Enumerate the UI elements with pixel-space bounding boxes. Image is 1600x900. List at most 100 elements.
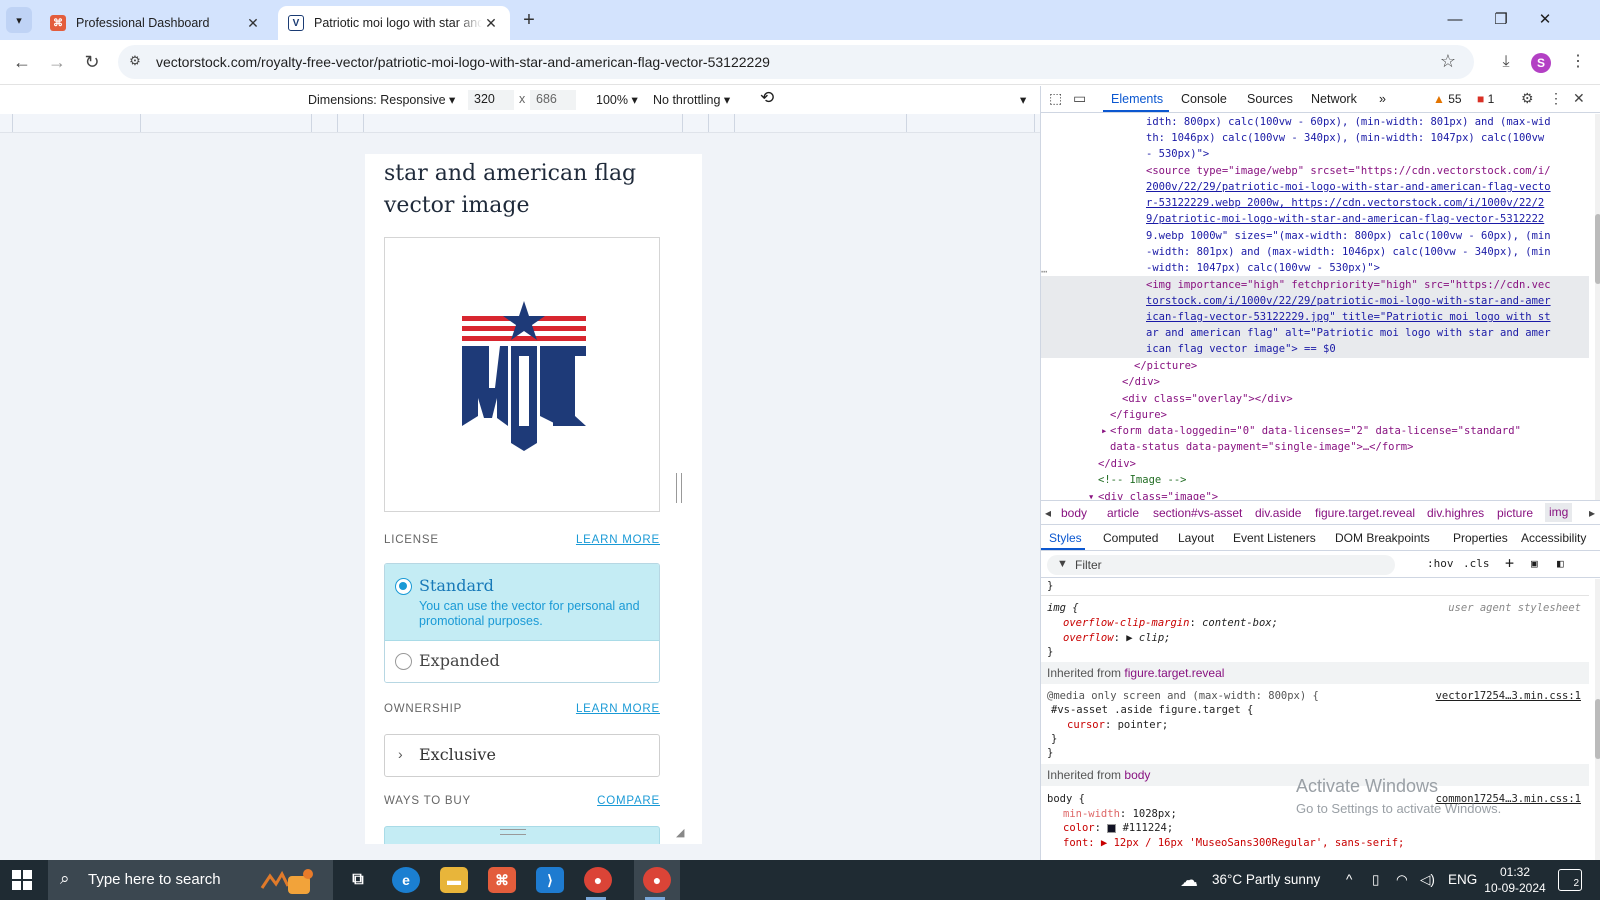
language-indicator[interactable]: ENG <box>1448 860 1477 900</box>
tab-elements[interactable]: Elements <box>1111 92 1163 106</box>
source-link[interactable]: vector17254…3.min.css:1 <box>1436 689 1581 704</box>
breadcrumb-item[interactable]: picture <box>1497 506 1533 520</box>
device-options-icon[interactable]: ▾ <box>1020 92 1026 107</box>
system-clock[interactable]: 01:32 10-09-2024 <box>1480 864 1550 896</box>
edge-icon[interactable]: e <box>392 867 420 893</box>
breadcrumb-item[interactable]: article <box>1107 506 1139 520</box>
close-tab-icon[interactable]: ✕ <box>244 15 262 32</box>
chrome-icon[interactable]: ● <box>584 867 612 893</box>
chrome-profile-icon[interactable]: ● <box>643 867 671 893</box>
expanded-radio[interactable] <box>395 653 412 670</box>
tab-console[interactable]: Console <box>1181 92 1227 106</box>
vscode-icon[interactable]: ⟩ <box>536 867 564 893</box>
url-text[interactable]: vectorstock.com/royalty-free-vector/patr… <box>156 54 770 70</box>
site-info-icon[interactable]: ⚙ <box>126 53 144 71</box>
rotate-icon[interactable]: ⟲ <box>760 88 774 108</box>
paint-bucket-icon[interactable]: ▣ <box>1531 557 1538 570</box>
breadcrumb-item[interactable]: div.highres <box>1427 506 1484 520</box>
maximize-button[interactable]: ❐ <box>1478 0 1524 40</box>
new-tab-button[interactable]: + <box>516 8 542 34</box>
compare-link[interactable]: COMPARE <box>597 795 660 807</box>
breadcrumb-item[interactable]: figure.target.reveal <box>1315 506 1415 520</box>
tab-sources[interactable]: Sources <box>1247 92 1293 106</box>
breadcrumb-scroll-left-icon[interactable]: ◂ <box>1045 506 1051 520</box>
breadcrumb-item[interactable]: div.aside <box>1255 506 1301 520</box>
zoom-dropdown[interactable]: 100% ▾ <box>596 92 638 107</box>
license-learn-more-link[interactable]: LEARN MORE <box>576 534 660 546</box>
elements-scrollbar[interactable] <box>1595 114 1600 506</box>
expand-triangle-icon[interactable]: ▸ <box>1101 423 1107 439</box>
tab-professional-dashboard[interactable]: ⌘ Professional Dashboard ✕ <box>40 6 272 40</box>
reload-button[interactable]: ↻ <box>78 48 106 76</box>
resize-handle-right[interactable] <box>676 473 682 503</box>
ownership-learn-more-link[interactable]: LEARN MORE <box>576 703 660 715</box>
download-icon[interactable]: ⤓ <box>1492 48 1520 76</box>
task-view-icon[interactable]: ⧉ <box>344 867 372 893</box>
devtools-menu-icon[interactable]: ⋮ <box>1549 90 1563 107</box>
warnings-badge[interactable]: ▲ 55 <box>1433 92 1462 106</box>
speaker-icon[interactable]: ◁) <box>1420 860 1435 900</box>
file-explorer-icon[interactable]: ▬ <box>440 867 468 893</box>
ownership-option-exclusive[interactable]: › Exclusive <box>384 734 660 777</box>
tab-vectorstock[interactable]: V Patriotic moi logo with star and ameri… <box>278 6 510 40</box>
errors-badge[interactable]: ■ 1 <box>1477 92 1494 106</box>
device-toggle-icon[interactable]: ▭ <box>1073 90 1086 107</box>
media-query-ruler[interactable] <box>0 114 1040 133</box>
chevron-up-icon[interactable]: ^ <box>1346 860 1352 900</box>
breadcrumb-scroll-right-icon[interactable]: ▸ <box>1589 506 1595 520</box>
wifi-icon[interactable]: ◠ <box>1396 860 1408 900</box>
settings-gear-icon[interactable]: ⚙ <box>1521 90 1534 107</box>
forward-button[interactable]: → <box>43 48 71 76</box>
minimize-button[interactable]: — <box>1432 0 1478 40</box>
height-input[interactable]: 686 <box>530 90 576 110</box>
subtab-styles[interactable]: Styles <box>1049 531 1082 545</box>
tab-search-button[interactable]: ▾ <box>6 7 32 33</box>
device-toolbar: Dimensions: Responsive ▾ 320 x 686 100% … <box>0 86 1040 114</box>
weather-text[interactable]: 36°C Partly sunny <box>1212 860 1320 900</box>
new-rule-plus-icon[interactable]: + <box>1505 554 1514 572</box>
elements-tree[interactable]: idth: 800px) calc(100vw - 60px), (min-wi… <box>1041 114 1589 506</box>
resize-handle-corner[interactable]: ◢ <box>676 826 688 839</box>
tab-network[interactable]: Network <box>1311 92 1357 106</box>
license-option-expanded[interactable]: Expanded <box>385 641 659 682</box>
class-toggle[interactable]: .cls <box>1463 557 1490 570</box>
breadcrumb-item[interactable]: body <box>1061 506 1087 520</box>
browser-menu-icon[interactable]: ⋮ <box>1564 48 1592 76</box>
close-tab-icon[interactable]: ✕ <box>482 15 500 32</box>
hover-state-toggle[interactable]: :hov <box>1427 557 1454 570</box>
license-option-standard[interactable]: Standard You can use the vector for pers… <box>385 564 659 641</box>
inspect-element-icon[interactable]: ⬚ <box>1049 90 1062 107</box>
dimensions-dropdown[interactable]: Dimensions: Responsive ▾ <box>308 92 455 107</box>
width-input[interactable]: 320 <box>468 90 514 110</box>
throttling-dropdown[interactable]: No throttling ▾ <box>653 92 730 107</box>
resize-handle-bottom[interactable] <box>500 829 526 835</box>
subtab-computed[interactable]: Computed <box>1103 531 1158 545</box>
more-tabs-button[interactable]: » <box>1379 92 1386 106</box>
subtab-properties[interactable]: Properties <box>1453 531 1508 545</box>
weather-icon[interactable]: ☁ <box>1180 860 1198 900</box>
xampp-icon[interactable]: ⌘ <box>488 867 516 893</box>
subtab-layout[interactable]: Layout <box>1178 531 1214 545</box>
breadcrumb-item[interactable]: img <box>1545 503 1573 522</box>
styles-scrollbar[interactable] <box>1595 579 1600 860</box>
standard-radio[interactable] <box>395 578 412 595</box>
notifications-icon[interactable]: 2 <box>1558 869 1582 891</box>
color-swatch[interactable] <box>1107 823 1117 833</box>
address-bar[interactable]: ⚙ vectorstock.com/royalty-free-vector/pa… <box>118 45 1474 79</box>
styles-filter-input[interactable]: ▼ Filter <box>1047 555 1395 575</box>
subtab-event-listeners[interactable]: Event Listeners <box>1233 531 1316 545</box>
sidebar-toggle-icon[interactable]: ◧ <box>1557 557 1564 570</box>
back-button[interactable]: ← <box>8 48 36 76</box>
device-icon[interactable]: ▯ <box>1372 860 1379 900</box>
windows-start-icon[interactable] <box>12 870 32 890</box>
styles-pane[interactable]: } img { user agent stylesheet overflow-c… <box>1041 579 1589 860</box>
bookmark-star-icon[interactable]: ☆ <box>1440 51 1456 72</box>
breadcrumb-item[interactable]: section#vs-asset <box>1153 506 1242 520</box>
profile-avatar[interactable]: S <box>1531 53 1551 73</box>
close-window-button[interactable]: ✕ <box>1522 0 1568 40</box>
subtab-accessibility[interactable]: Accessibility <box>1521 531 1586 545</box>
product-image[interactable] <box>384 237 660 512</box>
subtab-dom-breakpoints[interactable]: DOM Breakpoints <box>1335 531 1430 545</box>
ellipsis-icon[interactable]: ⋯ <box>1041 264 1047 280</box>
close-devtools-icon[interactable]: ✕ <box>1573 90 1585 107</box>
